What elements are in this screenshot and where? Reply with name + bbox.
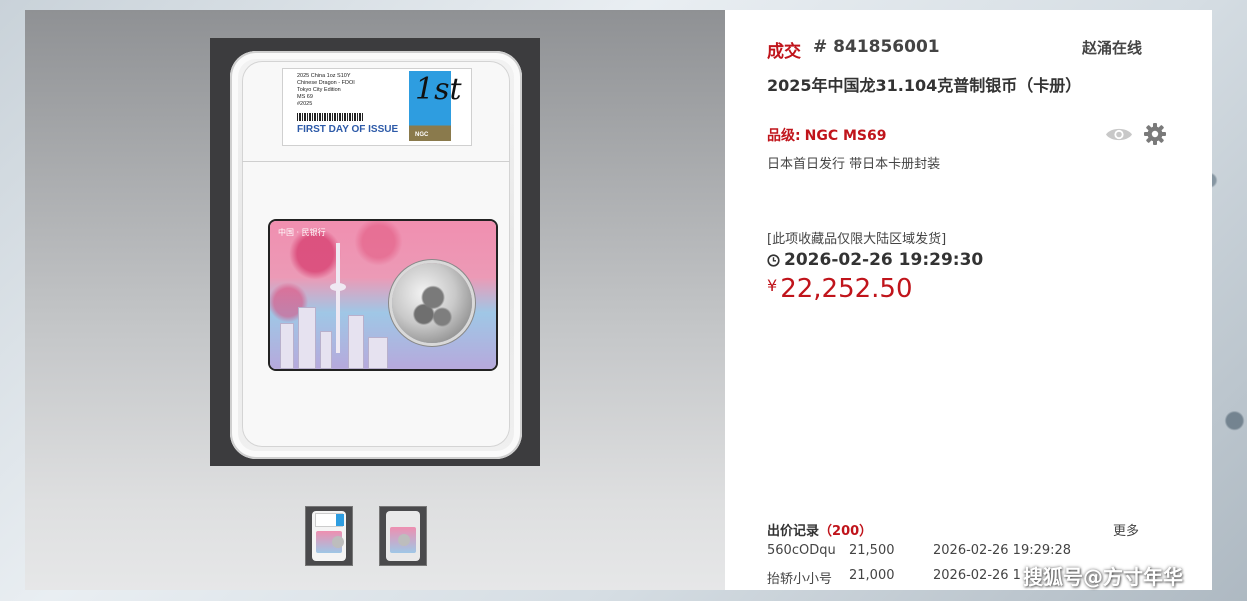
bid-count-close: ）	[859, 524, 873, 539]
label-text-block: 2025 China 1oz S10Y Chinese Dragon - FDO…	[297, 73, 407, 108]
main-product-image[interactable]: 2025 China 1oz S10Y Chinese Dragon - FDO…	[210, 38, 540, 466]
thumbnail-slab	[312, 511, 346, 561]
label-line: #2025	[297, 101, 313, 107]
end-time: 2026-02-26 19:29:30	[784, 250, 984, 270]
thumbnail-1[interactable]	[306, 507, 352, 565]
tower-pod	[330, 283, 346, 291]
label-line: 2025 China 1oz S10Y	[297, 73, 351, 79]
grade-label-insert: 2025 China 1oz S10Y Chinese Dragon - FDO…	[283, 69, 471, 145]
bid-row: 560cODqu 21,500 2026-02-26 19:29:28	[767, 543, 1187, 561]
first-badge-text: 1st	[415, 72, 462, 107]
bid-time: 2026-02-26 19:29:28	[933, 543, 1072, 558]
bid-count: 200	[832, 524, 860, 539]
watermark: 搜狐号@方寸年华	[1023, 565, 1183, 589]
end-time-row: 2026-02-26 19:29:30	[767, 250, 983, 270]
bid-time: 2026-02-26 1	[933, 568, 1021, 583]
building-illustration	[348, 315, 364, 369]
thumbnail-coin	[332, 536, 344, 548]
coin-slab: 2025 China 1oz S10Y Chinese Dragon - FDO…	[230, 51, 522, 459]
price-row: ¥ 22,252.50	[767, 274, 913, 304]
thumbnail-slab	[386, 511, 420, 561]
item-description: 日本首日发行 带日本卡册封装	[767, 157, 941, 172]
thumbnail-2[interactable]	[380, 507, 426, 565]
eye-icon[interactable]	[1105, 126, 1133, 143]
tower-illustration	[336, 243, 340, 353]
barcode	[297, 113, 363, 121]
clock-icon	[767, 253, 780, 267]
first-badge: 1st NGC	[409, 71, 462, 141]
seller-name[interactable]: 赵涌在线	[1082, 37, 1142, 58]
status-badge: 成交	[767, 42, 801, 62]
bid-history-label: 出价记录	[767, 524, 820, 539]
label-line: Tokyo City Edition	[297, 87, 341, 93]
lot-number: # 841856001	[813, 37, 940, 57]
thumbnail-card	[390, 527, 416, 553]
item-title: 2025年中国龙31.104克普制银币（卡册）	[767, 76, 1082, 95]
bid-amount: 21,500	[849, 543, 895, 558]
building-illustration	[320, 331, 332, 369]
thumbnail-card	[316, 531, 344, 553]
label-line: MS 69	[297, 94, 313, 100]
thumbnail-badge	[336, 514, 344, 526]
currency-symbol: ¥	[767, 276, 778, 295]
ngc-logo: NGC	[415, 132, 429, 138]
more-bids-link[interactable]: 更多	[1113, 520, 1139, 539]
detail-panel: 成交 # 841856001 赵涌在线 2025年中国龙31.104克普制银币（…	[725, 10, 1212, 590]
bid-history-header: 出价记录（200）	[767, 520, 872, 539]
shipping-notice: [此项收藏品仅限大陆区域发货]	[767, 232, 947, 247]
building-illustration	[280, 323, 294, 369]
dragon-design	[410, 275, 456, 331]
coin-card: 中国 · 民银行	[270, 221, 496, 369]
image-gallery: 2025 China 1oz S10Y Chinese Dragon - FDO…	[25, 10, 725, 590]
grade-label: 品级:	[767, 128, 801, 144]
holder-divider	[242, 161, 510, 162]
bid-count-open: （	[819, 524, 833, 539]
building-illustration	[298, 307, 316, 369]
bid-amount: 21,000	[849, 568, 895, 583]
building-illustration	[368, 337, 388, 369]
gear-icon[interactable]	[1143, 122, 1167, 146]
card-header-text: 中国 · 民银行	[278, 228, 326, 237]
label-line: Chinese Dragon - FDOI	[297, 80, 355, 86]
bidder-name: 560cODqu	[767, 543, 836, 558]
grade-row: 品级: NGC MS69	[767, 125, 886, 145]
silver-coin	[392, 263, 472, 343]
bidder-name: 抬轿小小号	[767, 572, 833, 587]
thumbnail-coin	[398, 534, 410, 546]
first-day-of-issue-text: FIRST DAY OF ISSUE	[297, 124, 399, 135]
final-price: 22,252.50	[780, 274, 913, 304]
grade-value: NGC MS69	[804, 128, 887, 144]
